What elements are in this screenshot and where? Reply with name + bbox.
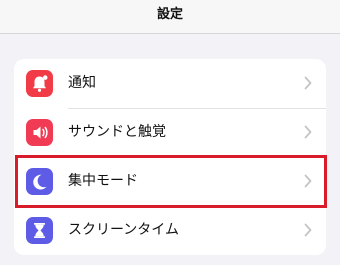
hourglass-icon [26, 217, 53, 244]
settings-item-sounds-haptics[interactable]: サウンドと触覚 [14, 108, 326, 157]
settings-item-screen-time[interactable]: スクリーンタイム [14, 206, 326, 255]
speaker-icon [26, 119, 53, 146]
chevron-right-icon [304, 125, 312, 139]
highlight-box [15, 155, 327, 208]
chevron-right-icon [304, 223, 312, 237]
bell-icon [26, 70, 53, 97]
nav-bar: 設定 [0, 0, 340, 34]
settings-item-notifications[interactable]: 通知 [14, 59, 326, 108]
settings-item-label: サウンドと触覚 [68, 124, 166, 140]
page-title: 設定 [156, 7, 183, 22]
chevron-right-icon [304, 76, 312, 90]
settings-item-label: スクリーンタイム [68, 222, 180, 238]
settings-item-label: 通知 [68, 75, 96, 91]
nav-bar-divider [0, 33, 340, 34]
